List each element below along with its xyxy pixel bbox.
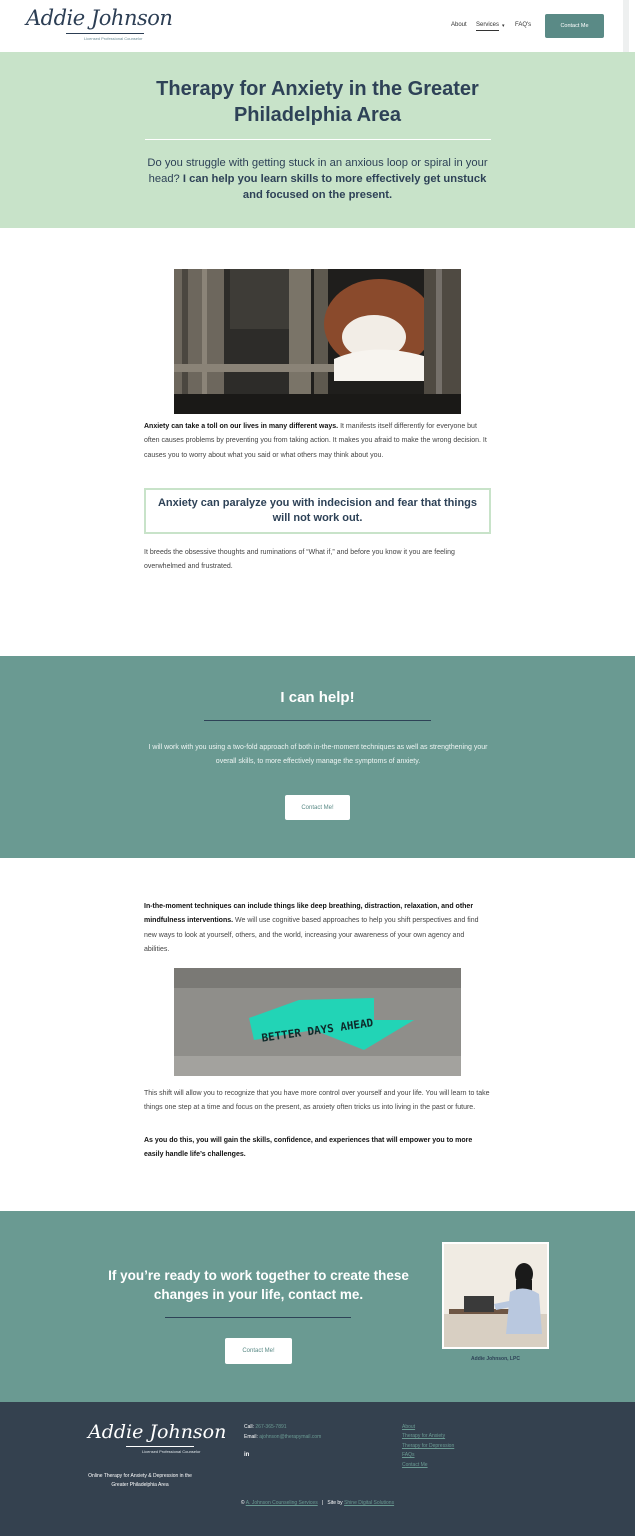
header-contact-button[interactable]: Contact Me (545, 14, 604, 38)
techniques-paragraph: In-the-moment techniques can include thi… (144, 900, 490, 958)
hero-lead: Do you struggle with getting stuck in an… (140, 155, 495, 203)
phone-label: Call: (244, 1424, 256, 1430)
footer-phone: Call: 267-365-7891 (244, 1424, 287, 1430)
better-days-ahead-photo: BETTER DAYS AHEAD (174, 968, 461, 1076)
anxiety-quote: Anxiety can paralyze you with indecision… (144, 488, 491, 534)
contact-cta-section: If you’re ready to work together to crea… (0, 1211, 635, 1402)
hero-lead-bold: I can help you learn skills to more effe… (182, 173, 487, 201)
footer-logo-script: Addie Johnson (88, 1421, 227, 1443)
help-contact-button[interactable]: Contact Me! (285, 795, 350, 820)
footer-link-depression[interactable]: Therapy for Depression (402, 1442, 454, 1451)
linkedin-icon[interactable]: in (244, 1452, 249, 1458)
site-by-label: Site by (327, 1500, 345, 1506)
site-footer: Addie Johnson Licensed Professional Coun… (0, 1402, 635, 1536)
logo-underline (66, 33, 144, 34)
page-title: Therapy for Anxiety in the Greater Phila… (156, 78, 479, 126)
nav-about[interactable]: About (451, 22, 467, 28)
help-divider (204, 720, 431, 721)
anxiety-intro-paragraph: Anxiety can take a toll on our lives in … (144, 420, 490, 463)
footer-link-faqs[interactable]: FAQs (402, 1451, 454, 1460)
footer-nav: About Therapy for Anxiety Therapy for De… (402, 1423, 454, 1470)
cta-contact-button[interactable]: Contact Me! (225, 1338, 292, 1364)
hero-section: Therapy for Anxiety in the Greater Phila… (0, 52, 635, 228)
logo-subtitle: Licensed Professional Counselor (84, 36, 143, 41)
footer-logo-subtitle: Licensed Professional Counselor (142, 1449, 201, 1454)
anxiety-intro-bold: Anxiety can take a toll on our lives in … (144, 423, 339, 430)
footer-link-contact[interactable]: Contact Me (402, 1461, 454, 1470)
footer-copyright: © A. Johnson Counseling Services | Site … (0, 1500, 635, 1506)
nav-services[interactable]: Services (476, 22, 500, 31)
site-header: Addie Johnson Licensed Professional Coun… (0, 0, 629, 52)
portrait-caption: Addie Johnson, LPC (471, 1356, 520, 1362)
footer-link-about[interactable]: About (402, 1423, 454, 1432)
email-label: Email: (244, 1434, 260, 1440)
email-link[interactable]: ajohnson@therapymail.com (259, 1434, 321, 1440)
anxiety-followup-paragraph: It breeds the obsessive thoughts and rum… (144, 549, 455, 571)
footer-tagline: Online Therapy for Anxiety & Depression … (88, 1473, 192, 1488)
therapist-portrait (442, 1242, 549, 1349)
nav-faqs[interactable]: FAQ's (515, 22, 531, 28)
footer-email: Email: ajohnson@therapymail.com (244, 1434, 321, 1440)
copyright-link[interactable]: A. Johnson Counseling Services (246, 1500, 318, 1506)
phone-link[interactable]: 267-365-7891 (255, 1424, 286, 1430)
logo-script: Addie Johnson (26, 6, 173, 30)
help-text: I will work with you using a two-fold ap… (148, 744, 488, 766)
cta-title: If you’re ready to work together to crea… (108, 1268, 409, 1302)
help-title: I can help! (280, 689, 355, 706)
shift-paragraph: This shift will allow you to recognize t… (144, 1090, 490, 1112)
footer-logo-underline (126, 1446, 194, 1447)
footer-link-anxiety[interactable]: Therapy for Anxiety (402, 1432, 454, 1441)
site-logo[interactable]: Addie Johnson Licensed Professional Coun… (26, 6, 173, 46)
help-section: I can help! I will work with you using a… (0, 656, 635, 858)
footer-separator: | (321, 1500, 324, 1506)
hero-divider (145, 139, 491, 140)
cta-divider (165, 1317, 351, 1318)
chevron-down-icon[interactable]: ▾ (502, 23, 505, 29)
footer-logo[interactable]: Addie Johnson Licensed Professional Coun… (88, 1421, 226, 1461)
empower-paragraph: As you do this, you will gain the skills… (144, 1137, 473, 1159)
site-by-link[interactable]: Shine Digital Solutions (344, 1500, 394, 1506)
anxious-woman-photo (174, 269, 461, 414)
